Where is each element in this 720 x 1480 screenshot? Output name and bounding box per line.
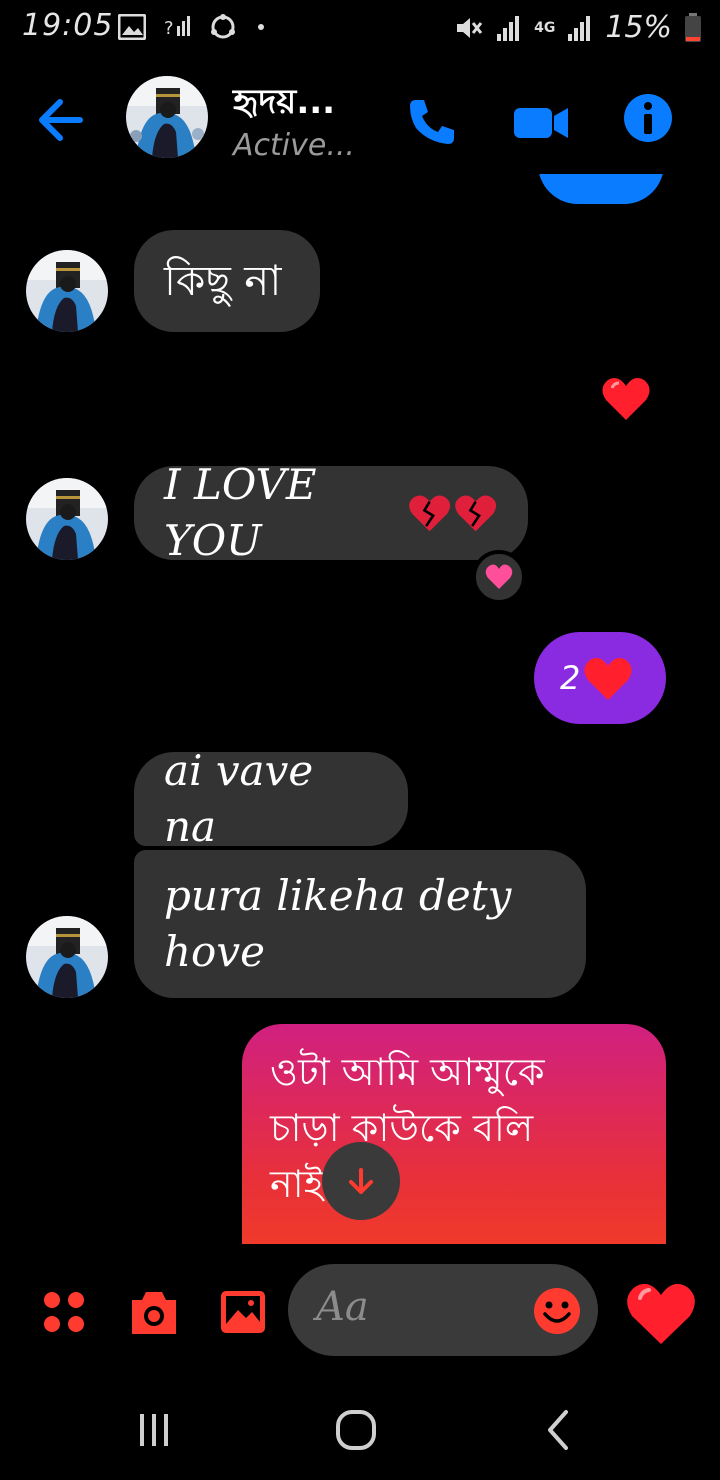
status-notification-icons: ? xyxy=(118,12,266,42)
message-list[interactable]: কিছু না I LOVE YOU 2 ai vave na pura lik… xyxy=(0,174,720,1244)
message-text-line: hove xyxy=(164,927,265,976)
home-button[interactable] xyxy=(326,1400,386,1460)
camera-button[interactable] xyxy=(128,1288,180,1338)
message-text-line: চাড়া কাউকে বলি xyxy=(270,1106,534,1150)
incoming-message[interactable]: pura likeha dety hove xyxy=(134,850,586,998)
incoming-message[interactable]: কিছু না xyxy=(134,230,320,332)
voice-call-button[interactable] xyxy=(402,92,462,152)
heart-icon xyxy=(627,1283,695,1344)
chevron-left-icon xyxy=(548,1410,568,1450)
status-system-icons: 4G 15% xyxy=(454,10,702,45)
message-text-line: ওটা আমি আম্মুকে xyxy=(270,1050,545,1094)
gallery-notification-icon xyxy=(118,14,146,40)
message-input-placeholder: Aa xyxy=(316,1284,369,1330)
pink-heart-icon xyxy=(485,564,513,589)
message-reaction[interactable] xyxy=(472,550,526,604)
chat-header: হৃদয়... Active... xyxy=(0,62,720,174)
recent-apps-button[interactable] xyxy=(124,1400,184,1460)
info-icon xyxy=(624,94,672,142)
battery-percent: 15% xyxy=(605,10,672,45)
sender-avatar[interactable] xyxy=(26,916,108,998)
sender-avatar[interactable] xyxy=(26,250,108,332)
outgoing-heart-emoji[interactable] xyxy=(600,374,652,426)
sync-icon xyxy=(211,14,235,39)
more-actions-button[interactable] xyxy=(40,1288,90,1338)
incoming-message[interactable]: ai vave na xyxy=(134,746,408,851)
avatar-photo xyxy=(26,478,108,560)
video-call-button[interactable] xyxy=(508,92,574,152)
grid-dots-icon xyxy=(44,1292,84,1332)
video-camera-icon xyxy=(514,108,568,138)
message-text: 2 xyxy=(560,659,581,697)
avatar-photo xyxy=(126,76,208,158)
broken-heart-icon xyxy=(409,495,451,532)
recent-apps-icon xyxy=(140,1414,168,1446)
dot-icon xyxy=(258,24,264,30)
network-type: 4G xyxy=(534,19,556,36)
back-button[interactable] xyxy=(30,90,94,150)
outgoing-message[interactable]: ওটা আমি আম্মুকে চাড়া কাউকে বলি নাই xyxy=(242,1024,666,1244)
message-text-line: pura likeha dety xyxy=(164,871,512,920)
image-icon xyxy=(221,1291,265,1333)
avatar-photo xyxy=(26,916,108,998)
sender-avatar[interactable] xyxy=(26,478,108,560)
send-heart-button[interactable] xyxy=(624,1278,698,1348)
battery-icon xyxy=(685,12,701,42)
message-input[interactable]: Aa xyxy=(288,1264,598,1356)
avatar-photo xyxy=(26,250,108,332)
outgoing-message[interactable]: 2 xyxy=(534,632,666,724)
message-composer: Aa xyxy=(0,1250,720,1370)
signal-2-icon xyxy=(568,15,591,41)
mute-icon xyxy=(457,17,483,38)
contact-status: Active... xyxy=(233,128,355,163)
signal-icon xyxy=(497,15,520,41)
nav-back-button[interactable] xyxy=(528,1400,588,1460)
no-signal-icon: ? xyxy=(164,16,190,39)
status-bar: 19:05 ? 4G 15% xyxy=(0,0,720,58)
emoji-button[interactable] xyxy=(532,1286,582,1336)
message-text: I LOVE YOU xyxy=(164,460,317,565)
outgoing-message-partial[interactable] xyxy=(538,174,664,204)
svg-text:?: ? xyxy=(164,18,174,39)
contact-avatar[interactable] xyxy=(126,76,208,158)
system-nav-bar xyxy=(0,1380,720,1480)
broken-heart-icon xyxy=(454,495,496,532)
smiley-icon xyxy=(534,1288,580,1334)
phone-icon xyxy=(410,100,454,144)
gallery-button[interactable] xyxy=(218,1288,268,1338)
status-time: 19:05 xyxy=(22,8,114,43)
heart-icon xyxy=(584,658,632,700)
info-button[interactable] xyxy=(620,90,676,146)
incoming-message[interactable]: I LOVE YOU xyxy=(134,460,528,565)
scroll-to-bottom-button[interactable] xyxy=(322,1142,400,1220)
home-icon xyxy=(336,1410,376,1450)
camera-icon xyxy=(132,1292,176,1334)
arrow-left-icon xyxy=(39,99,83,141)
contact-name: হৃদয়... xyxy=(233,82,336,122)
arrow-down-icon xyxy=(349,1168,373,1194)
